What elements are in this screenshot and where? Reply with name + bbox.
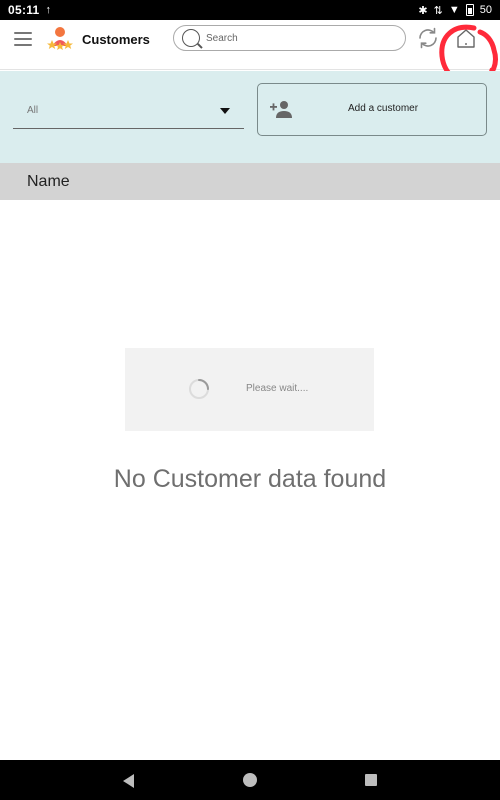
add-customer-label: Add a customer — [348, 103, 419, 114]
filter-selected-value: All — [27, 105, 39, 116]
back-icon[interactable] — [123, 774, 134, 788]
loading-message: Please wait.... — [246, 383, 309, 394]
filter-panel: All Add a customer — [0, 71, 500, 163]
home-circle-icon[interactable] — [243, 773, 257, 787]
add-customer-button[interactable]: Add a customer — [257, 83, 487, 136]
bluetooth-icon: ✱ — [418, 4, 428, 17]
recent-apps-icon[interactable] — [365, 774, 377, 786]
table-header: Name — [0, 163, 500, 200]
page-title: Customers — [82, 32, 150, 47]
wifi-icon: ▼ — [448, 4, 460, 16]
chevron-down-icon — [220, 108, 230, 114]
search-input[interactable] — [206, 32, 396, 44]
add-person-icon — [270, 101, 292, 118]
home-icon[interactable] — [453, 26, 479, 52]
spinner-icon — [189, 379, 209, 399]
search-bar[interactable] — [173, 25, 406, 51]
customers-logo-icon — [47, 27, 73, 50]
system-nav-bar — [0, 760, 500, 800]
menu-icon[interactable] — [14, 32, 32, 46]
search-icon — [182, 29, 200, 47]
upload-icon: ↑ — [45, 4, 52, 16]
status-icons: ✱ ⇅ ▼ 50 — [418, 4, 492, 17]
refresh-icon[interactable] — [416, 26, 440, 50]
battery-percent: 50 — [479, 4, 492, 16]
app-bar: Customers — [0, 20, 500, 105]
clock: 05:11 — [8, 3, 40, 17]
empty-state-message: No Customer data found — [113, 465, 387, 493]
battery-icon — [465, 4, 474, 16]
status-bar: 05:11 ↑ ✱ ⇅ ▼ 50 — [0, 0, 500, 20]
loading-dialog: Please wait.... — [125, 348, 374, 431]
data-arrows-icon: ⇅ — [433, 4, 443, 17]
customer-filter-dropdown[interactable]: All — [13, 99, 244, 129]
column-header-name: Name — [27, 172, 70, 190]
